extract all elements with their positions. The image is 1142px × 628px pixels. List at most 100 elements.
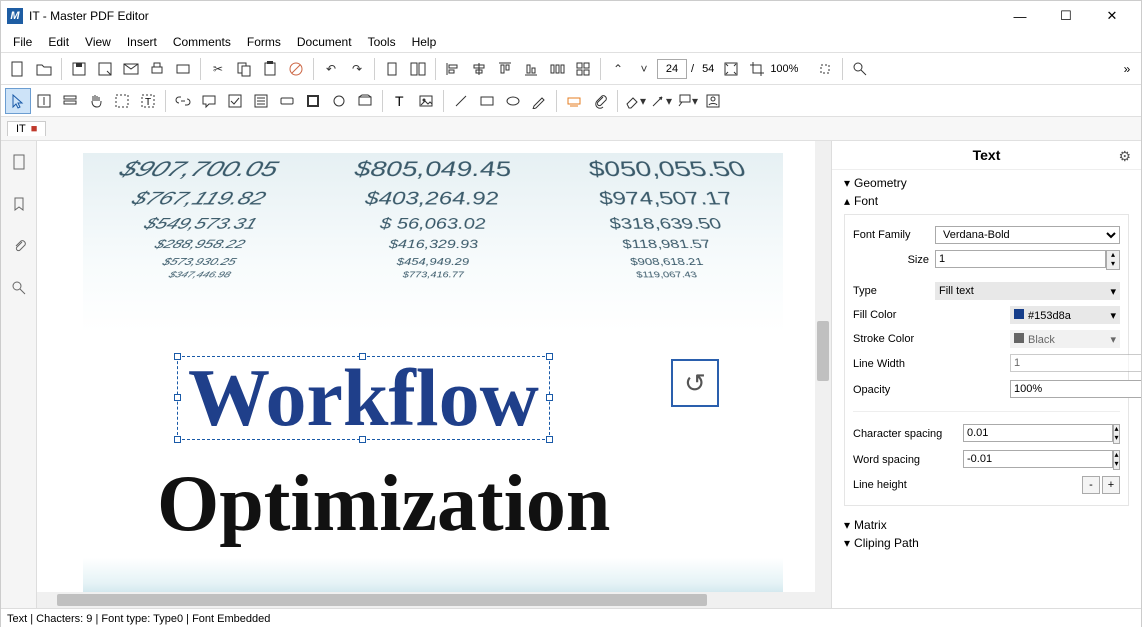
search-panel-icon[interactable] — [8, 277, 30, 299]
thumbnails-icon[interactable] — [8, 151, 30, 173]
size-stepper[interactable]: ▴▾ — [1106, 250, 1120, 270]
scrollbar-thumb[interactable] — [817, 321, 829, 381]
circle-tool-icon[interactable] — [326, 88, 352, 114]
inspector-options-icon[interactable]: ⚙ — [1118, 148, 1131, 165]
tab-close-icon[interactable]: ■ — [31, 123, 38, 135]
page-number-input[interactable] — [657, 59, 687, 79]
align-center-icon[interactable] — [466, 56, 492, 82]
eraser-tool-icon[interactable]: ▾ — [622, 88, 648, 114]
pointer-tool-icon[interactable] — [5, 88, 31, 114]
menu-comments[interactable]: Comments — [165, 33, 239, 51]
crop-icon[interactable] — [744, 56, 770, 82]
resize-handle[interactable] — [174, 353, 181, 360]
new-file-icon[interactable] — [5, 56, 31, 82]
menu-view[interactable]: View — [77, 33, 119, 51]
search-icon[interactable] — [847, 56, 873, 82]
cut-icon[interactable]: ✂ — [205, 56, 231, 82]
scrollbar-vertical[interactable] — [815, 141, 831, 608]
menu-tools[interactable]: Tools — [360, 33, 404, 51]
rect-tool-icon[interactable] — [474, 88, 500, 114]
font-family-select[interactable]: Verdana-Bold — [935, 226, 1120, 244]
word-spacing-input[interactable] — [963, 450, 1113, 468]
section-matrix[interactable]: Matrix — [844, 516, 1129, 534]
checkbox-tool-icon[interactable] — [222, 88, 248, 114]
window-minimize[interactable]: ― — [997, 1, 1043, 31]
resize-handle[interactable] — [359, 353, 366, 360]
resize-handle[interactable] — [546, 394, 553, 401]
bookmarks-icon[interactable] — [8, 193, 30, 215]
distribute-icon[interactable] — [544, 56, 570, 82]
form-tool-icon[interactable] — [57, 88, 83, 114]
edit-text-icon[interactable]: T — [135, 88, 161, 114]
hand-tool-icon[interactable] — [83, 88, 109, 114]
opacity-input[interactable] — [1010, 380, 1141, 398]
image-tool-icon[interactable] — [413, 88, 439, 114]
line-tool-icon[interactable] — [448, 88, 474, 114]
line-height-increase[interactable]: + — [1102, 476, 1120, 494]
menu-forms[interactable]: Forms — [239, 33, 289, 51]
char-spacing-stepper[interactable]: ▴▾ — [1113, 424, 1120, 444]
open-folder-icon[interactable] — [31, 56, 57, 82]
section-clipping-path[interactable]: Cliping Path — [844, 534, 1129, 552]
resize-handle[interactable] — [546, 436, 553, 443]
section-geometry[interactable]: Geometry — [844, 174, 1129, 192]
copy-icon[interactable] — [231, 56, 257, 82]
selected-text-object[interactable]: Workflow — [177, 356, 550, 440]
page-prev-icon[interactable]: ˅ — [631, 56, 657, 82]
type-select[interactable]: Fill text▾ — [935, 282, 1120, 300]
line-height-decrease[interactable]: - — [1082, 476, 1100, 494]
text-optimization[interactable]: Optimization — [157, 459, 610, 550]
print-icon[interactable] — [144, 56, 170, 82]
document-tab[interactable]: IT ■ — [7, 121, 46, 136]
pencil-tool-icon[interactable] — [526, 88, 552, 114]
page-first-icon[interactable]: ⌃ — [605, 56, 631, 82]
menu-help[interactable]: Help — [404, 33, 445, 51]
signature-tool-icon[interactable] — [700, 88, 726, 114]
align-top-icon[interactable] — [492, 56, 518, 82]
stamp-tool-icon[interactable] — [352, 88, 378, 114]
resize-handle[interactable] — [174, 394, 181, 401]
arrow-tool-icon[interactable]: ▾ — [648, 88, 674, 114]
zoom-fit-icon[interactable] — [812, 56, 838, 82]
button-tool-icon[interactable] — [274, 88, 300, 114]
page-double-icon[interactable] — [405, 56, 431, 82]
note-tool-icon[interactable] — [196, 88, 222, 114]
text-select-icon[interactable] — [31, 88, 57, 114]
resize-handle[interactable] — [174, 436, 181, 443]
redo-icon[interactable]: ↷ — [344, 56, 370, 82]
line-width-input[interactable] — [1010, 354, 1141, 372]
save-icon[interactable] — [66, 56, 92, 82]
fill-color-picker[interactable]: #153d8a▾ — [1010, 306, 1120, 324]
menu-insert[interactable]: Insert — [119, 33, 165, 51]
window-maximize[interactable]: ☐ — [1043, 1, 1089, 31]
window-close[interactable]: ✕ — [1089, 1, 1135, 31]
link-tool-icon[interactable] — [170, 88, 196, 114]
scrollbar-thumb[interactable] — [57, 594, 707, 606]
section-font[interactable]: Font — [844, 192, 1129, 210]
radio-tool-icon[interactable] — [300, 88, 326, 114]
resize-handle[interactable] — [359, 436, 366, 443]
char-spacing-input[interactable] — [963, 424, 1113, 442]
stroke-color-picker[interactable]: Black▾ — [1010, 330, 1120, 348]
align-bottom-icon[interactable] — [518, 56, 544, 82]
toolbar-overflow[interactable]: » — [1117, 62, 1137, 76]
scan-icon[interactable] — [170, 56, 196, 82]
forbidden-icon[interactable] — [283, 56, 309, 82]
grid-icon[interactable] — [570, 56, 596, 82]
save-as-icon[interactable] — [92, 56, 118, 82]
rotate-handle-icon[interactable]: ↺ — [671, 359, 719, 407]
menu-document[interactable]: Document — [289, 33, 360, 51]
attach-tool-icon[interactable] — [587, 88, 613, 114]
text-tool-icon[interactable]: T — [387, 88, 413, 114]
ellipse-tool-icon[interactable] — [500, 88, 526, 114]
attachments-icon[interactable] — [8, 235, 30, 257]
word-spacing-stepper[interactable]: ▴▾ — [1113, 450, 1120, 470]
align-left-icon[interactable] — [440, 56, 466, 82]
paste-icon[interactable] — [257, 56, 283, 82]
fit-page-icon[interactable] — [718, 56, 744, 82]
listbox-tool-icon[interactable] — [248, 88, 274, 114]
callout-tool-icon[interactable]: ▾ — [674, 88, 700, 114]
highlight-tool-icon[interactable] — [561, 88, 587, 114]
zoom-value[interactable]: 100% — [770, 63, 812, 75]
size-input[interactable] — [935, 250, 1106, 268]
